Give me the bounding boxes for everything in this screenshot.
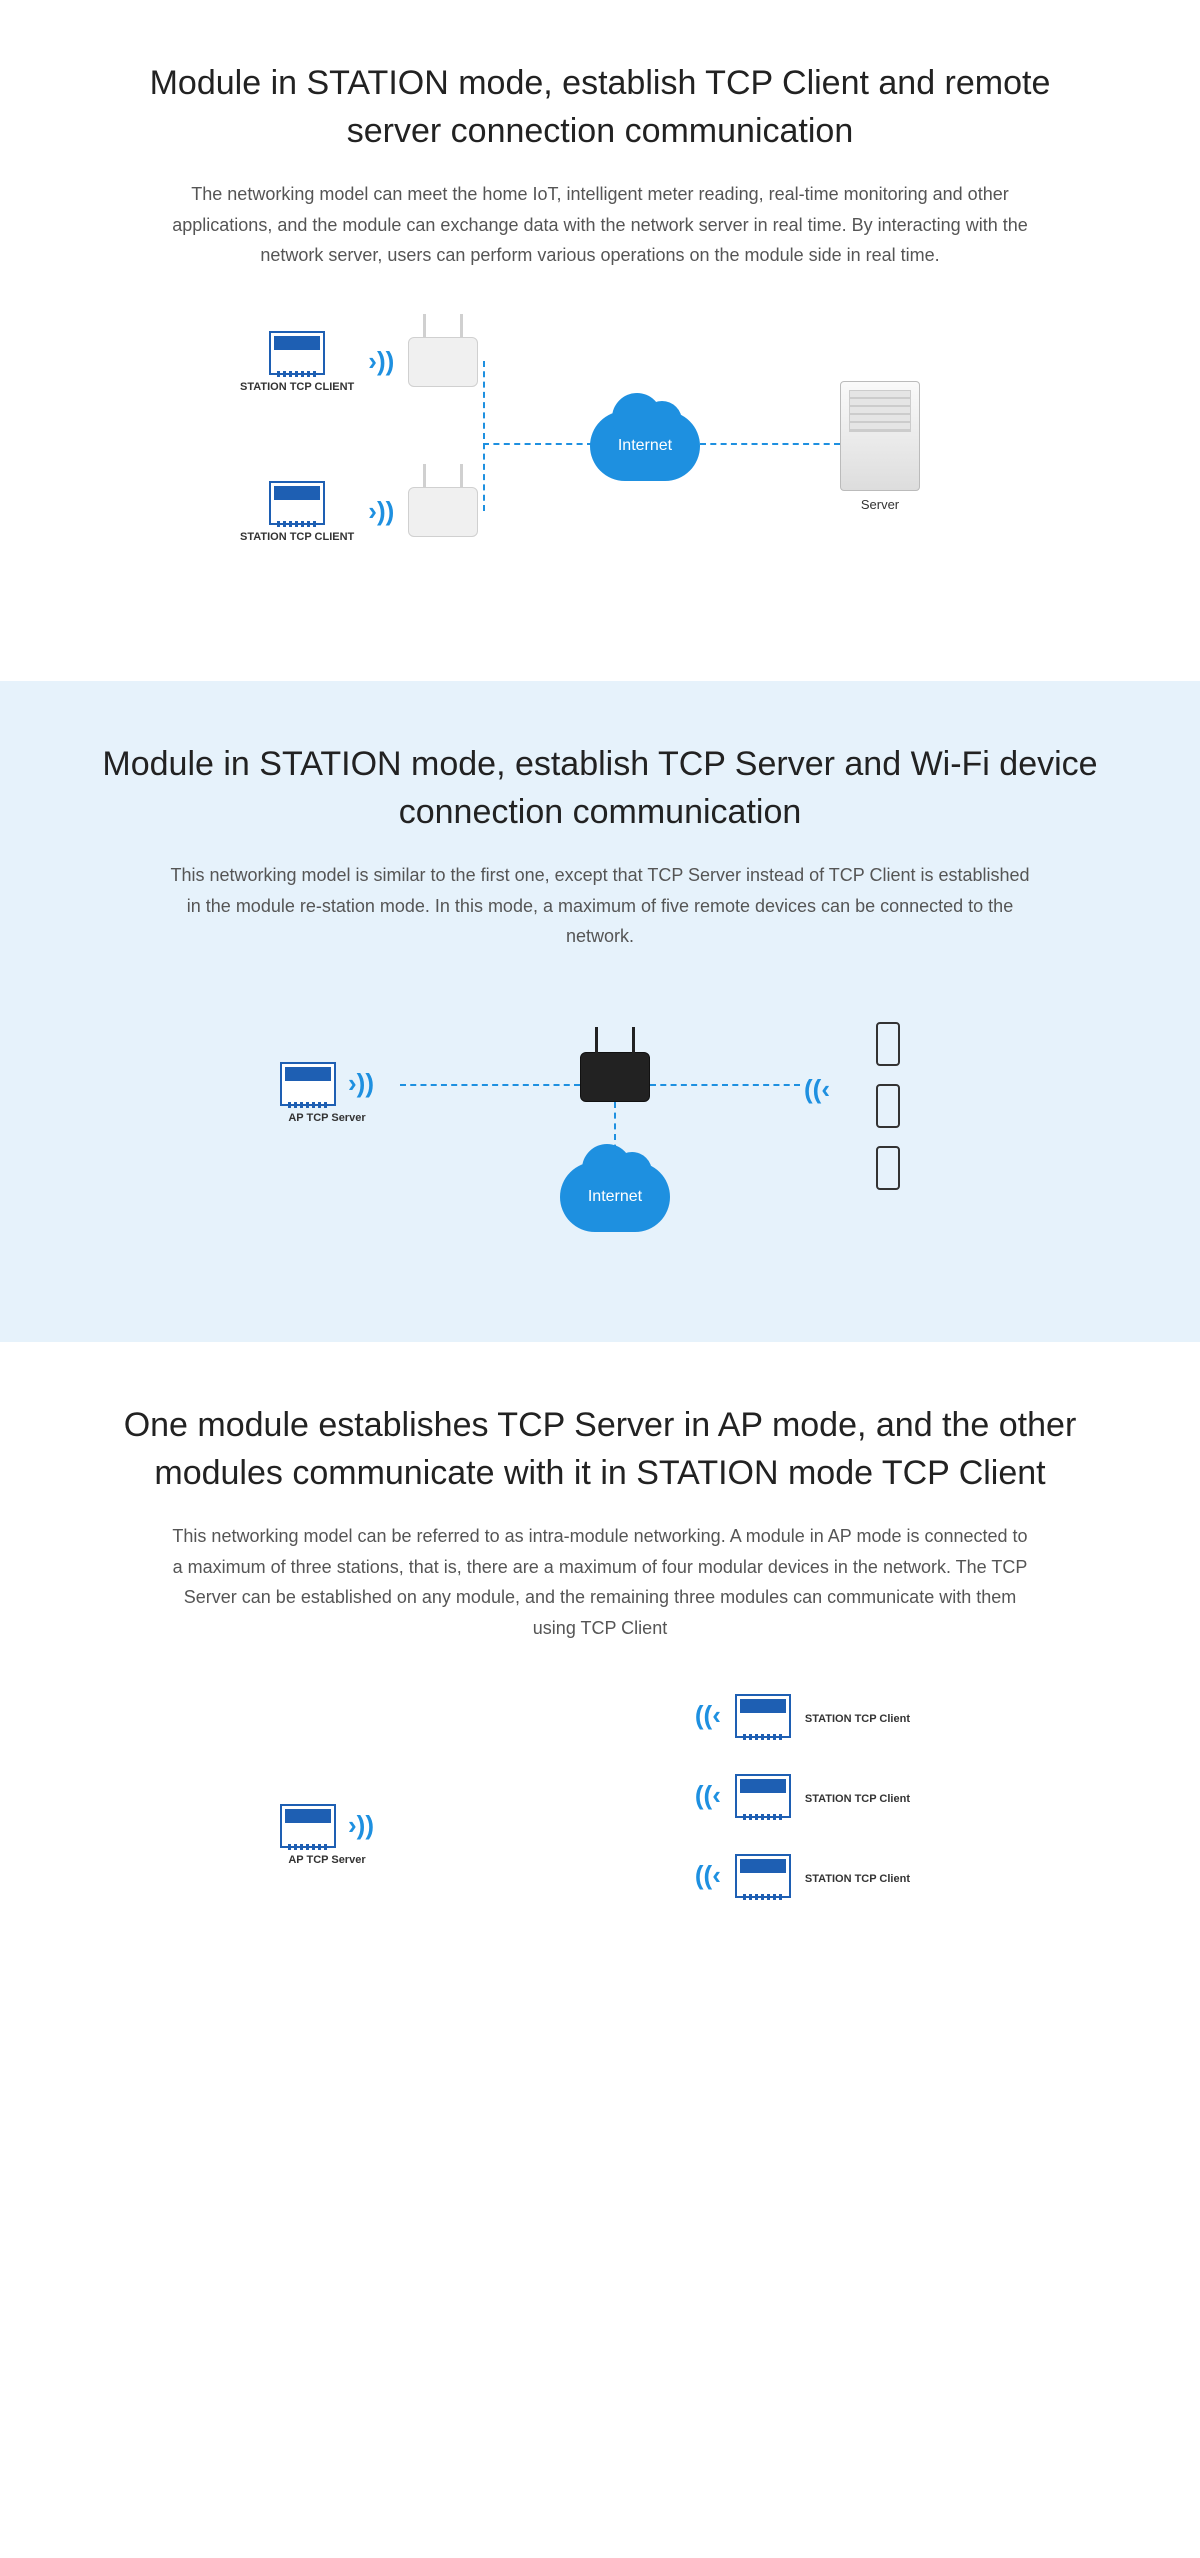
section1-desc: The networking model can meet the home I… <box>170 179 1030 271</box>
server-label: Server <box>840 497 920 512</box>
wifi-signal-icon: ›)) <box>348 1810 374 1841</box>
module-chip-icon <box>735 1774 791 1818</box>
station-client-label: STATION TCP CLIENT <box>240 381 354 393</box>
wifi-signal-icon: ›)) <box>348 1068 374 1099</box>
router-icon <box>408 337 478 387</box>
phone-icon <box>876 1022 900 1066</box>
wifi-signal-icon: ›)) <box>368 496 394 527</box>
internet-label: Internet <box>588 1188 642 1206</box>
section-ap-mode: One module establishes TCP Server in AP … <box>0 1342 1200 2044</box>
wifi-signal-icon: ((‹ <box>695 1700 721 1731</box>
station-client-label: STATION TCP CLIENT <box>240 531 354 543</box>
wifi-signal-icon: ((‹ <box>695 1860 721 1891</box>
module-chip-icon <box>269 481 325 525</box>
section2-desc: This networking model is similar to the … <box>170 860 1030 952</box>
internet-label: Internet <box>618 437 672 455</box>
diagram-2: ›)) AP TCP Server Internet ((‹ <box>240 1002 960 1262</box>
ap-server-label: AP TCP Server <box>280 1854 374 1866</box>
module-chip-icon <box>735 1854 791 1898</box>
router-dark-icon <box>580 1052 650 1102</box>
ap-server-label: AP TCP Server <box>280 1112 374 1124</box>
internet-cloud-icon: Internet <box>590 411 700 481</box>
station-client-label: STATION TCP Client <box>805 1873 910 1885</box>
wifi-signal-icon: ›)) <box>368 346 394 377</box>
module-chip-icon <box>269 331 325 375</box>
section-station-client: Module in STATION mode, establish TCP Cl… <box>0 0 1200 681</box>
station-client-label: STATION TCP Client <box>805 1713 910 1725</box>
diagram-3: ›)) AP TCP Server ((‹ STATION TCP Client… <box>250 1694 950 1964</box>
server-icon <box>840 381 920 491</box>
phone-icon <box>876 1146 900 1190</box>
module-chip-icon <box>280 1062 336 1106</box>
section1-title: Module in STATION mode, establish TCP Cl… <box>100 60 1100 155</box>
internet-cloud-icon: Internet <box>560 1162 670 1232</box>
phone-icon <box>876 1084 900 1128</box>
wifi-signal-icon: ((‹ <box>804 1074 830 1105</box>
section3-title: One module establishes TCP Server in AP … <box>100 1402 1100 1497</box>
diagram-1: STATION TCP CLIENT ›)) STATION TCP CLIEN… <box>240 321 960 601</box>
section3-desc: This networking model can be referred to… <box>170 1521 1030 1643</box>
module-chip-icon <box>735 1694 791 1738</box>
wifi-signal-icon: ((‹ <box>695 1780 721 1811</box>
module-chip-icon <box>280 1804 336 1848</box>
section-station-server: Module in STATION mode, establish TCP Se… <box>0 681 1200 1342</box>
router-icon <box>408 487 478 537</box>
station-client-label: STATION TCP Client <box>805 1793 910 1805</box>
section2-title: Module in STATION mode, establish TCP Se… <box>100 741 1100 836</box>
